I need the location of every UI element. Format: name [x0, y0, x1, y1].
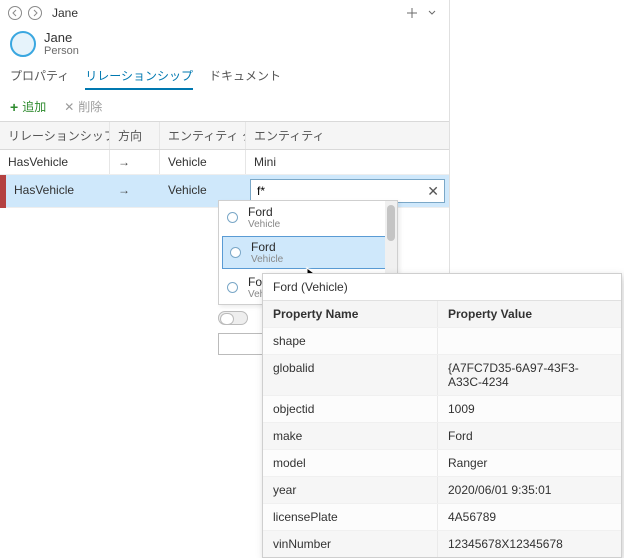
tooltip-row: vinNumber12345678X12345678	[263, 530, 621, 557]
relation-grid: リレーションシップ 方向 エンティティ タイプ エンティティ HasVehicl…	[0, 121, 449, 208]
x-icon: ✕	[64, 100, 74, 114]
col-header-entity[interactable]: エンティティ	[246, 122, 449, 149]
tooltip-row: modelRanger	[263, 449, 621, 476]
tab-documents[interactable]: ドキュメント	[209, 63, 281, 90]
col-header-entity-type[interactable]: エンティティ タイプ	[160, 122, 246, 149]
col-header-direction[interactable]: 方向	[110, 122, 160, 149]
dropdown-caret-icon[interactable]	[423, 4, 441, 22]
tab-bar: プロパティ リレーションシップ ドキュメント	[0, 63, 449, 90]
tooltip-row: objectid1009	[263, 395, 621, 422]
table-row[interactable]: HasVehicle → Vehicle Mini	[0, 150, 449, 175]
entity-name: Jane	[44, 30, 79, 45]
tooltip-header-name: Property Name	[263, 301, 438, 327]
col-header-relation[interactable]: リレーションシップ	[0, 122, 110, 149]
radio-icon	[227, 282, 238, 293]
cell-relation: HasVehicle	[0, 150, 110, 174]
tooltip-header-value: Property Value	[438, 301, 621, 327]
dropdown-item-label: Ford	[248, 205, 280, 219]
dropdown-item[interactable]: Ford Vehicle	[219, 201, 397, 234]
delete-label: 削除	[78, 98, 102, 115]
cell-relation: HasVehicle	[6, 178, 110, 204]
dropdown-item[interactable]: Ford Vehicle	[222, 236, 394, 269]
dropdown-item-sub: Vehicle	[251, 254, 283, 265]
add-label: 追加	[22, 98, 46, 115]
page-title: Jane	[52, 6, 78, 20]
dropdown-item-label: Ford	[251, 240, 283, 254]
cell-entity-type: Vehicle	[160, 150, 246, 174]
entity-type: Person	[44, 45, 79, 57]
radio-icon	[227, 212, 238, 223]
plus-icon: +	[10, 101, 18, 113]
toggle-switch[interactable]	[218, 311, 248, 325]
tooltip-title: Ford (Vehicle)	[263, 274, 621, 301]
nav-forward-icon[interactable]	[26, 4, 44, 22]
delete-button[interactable]: ✕ 削除	[64, 98, 102, 115]
property-tooltip: Ford (Vehicle) Property Name Property Va…	[262, 273, 622, 558]
cell-entity: Mini	[246, 150, 449, 174]
add-button[interactable]: + 追加	[10, 98, 46, 115]
dropdown-item-sub: Vehicle	[248, 219, 280, 230]
tooltip-row: makeFord	[263, 422, 621, 449]
tab-properties[interactable]: プロパティ	[10, 63, 69, 90]
avatar	[10, 31, 36, 57]
tooltip-row: year2020/06/01 9:35:01	[263, 476, 621, 503]
nav-back-icon[interactable]	[6, 4, 24, 22]
radio-icon	[230, 247, 241, 258]
add-icon[interactable]	[403, 4, 421, 22]
tab-relationships[interactable]: リレーションシップ	[85, 63, 193, 90]
tooltip-row: shape	[263, 327, 621, 354]
cell-direction: →	[110, 150, 160, 174]
clear-icon[interactable]: ✕	[427, 183, 439, 200]
tooltip-row: licensePlate4A56789	[263, 503, 621, 530]
cell-direction: →	[110, 178, 160, 204]
tooltip-row: globalid{A7FC7D35-6A97-43F3-A33C-4234	[263, 354, 621, 395]
